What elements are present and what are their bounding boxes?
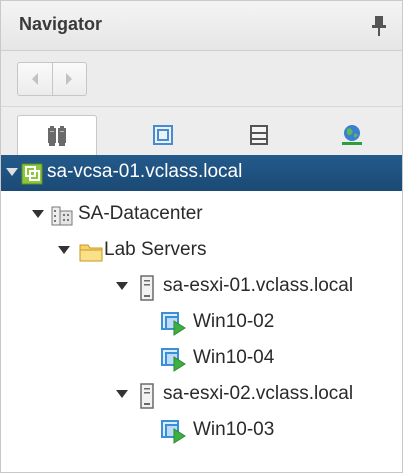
inventory-tabs: [1, 107, 402, 155]
vcenter-icon: [21, 163, 43, 190]
folder-icon: [79, 242, 103, 267]
tree-item-folder[interactable]: Lab Servers: [1, 233, 402, 269]
datacenter-icon: [51, 204, 73, 231]
tree-item-datacenter[interactable]: SA-Datacenter: [1, 197, 402, 233]
tree-item-label: Win10-02: [193, 311, 275, 332]
history-nav-bar: [1, 51, 402, 107]
host-server-icon: [139, 275, 155, 306]
forward-button[interactable]: [51, 63, 87, 95]
tree-item-vcenter[interactable]: sa-vcsa-01.vclass.local: [1, 155, 402, 191]
tree-item-vm[interactable]: Win10-03: [1, 413, 402, 449]
collapse-caret-icon[interactable]: [116, 390, 128, 398]
navigator-panel: Navigator sa-vcsa-01.vclass.local SA-Dat…: [0, 0, 403, 473]
tree-item-label: sa-esxi-02.vclass.local: [163, 383, 354, 404]
networking-icon: [342, 125, 362, 145]
collapse-caret-icon[interactable]: [32, 210, 44, 218]
vm-powered-on-icon: [161, 348, 187, 377]
vm-powered-on-icon: [161, 420, 187, 449]
tree-item-label: SA-Datacenter: [78, 203, 203, 224]
tree-item-vm[interactable]: Win10-02: [1, 305, 402, 341]
tree-item-host[interactable]: sa-esxi-01.vclass.local: [1, 269, 402, 305]
forward-arrow-icon: [66, 73, 73, 85]
panel-title: Navigator: [19, 14, 103, 34]
tab-vms-and-templates[interactable]: [123, 115, 203, 155]
tree-item-label: sa-vcsa-01.vclass.local: [47, 161, 243, 182]
collapse-caret-icon[interactable]: [6, 168, 18, 176]
tree-item-label: Win10-03: [193, 419, 275, 440]
back-arrow-icon: [31, 73, 38, 85]
back-button[interactable]: [18, 63, 52, 95]
collapse-caret-icon[interactable]: [58, 246, 70, 254]
tree-item-label: Lab Servers: [104, 239, 207, 260]
tree-item-label: sa-esxi-01.vclass.local: [163, 275, 354, 296]
history-buttons: [17, 62, 87, 96]
vms-and-templates-icon: [153, 125, 173, 145]
tree-item-host[interactable]: sa-esxi-02.vclass.local: [1, 377, 402, 413]
tab-hosts-and-clusters[interactable]: [17, 115, 97, 155]
tree-item-label: Win10-04: [193, 347, 275, 368]
host-server-icon: [139, 383, 155, 414]
hosts-and-clusters-icon: [48, 125, 66, 146]
pin-icon[interactable]: [370, 14, 388, 38]
vm-powered-on-icon: [161, 312, 187, 341]
storage-icon: [250, 125, 268, 145]
navigator-header: Navigator: [1, 1, 402, 51]
tab-networking[interactable]: [312, 115, 392, 155]
tab-storage[interactable]: [219, 115, 299, 155]
tree-item-vm[interactable]: Win10-04: [1, 341, 402, 377]
collapse-caret-icon[interactable]: [116, 282, 128, 290]
